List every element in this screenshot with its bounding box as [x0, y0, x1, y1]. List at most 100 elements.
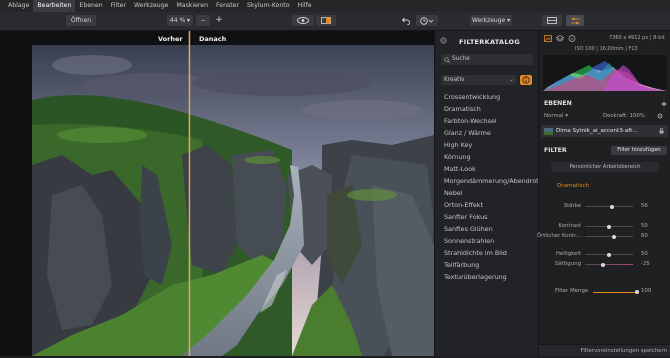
filter-item[interactable]: Sonnenstrahlen	[444, 237, 494, 245]
toolbar: Öffnen 44 % ▾ − + Werkzeuge ▾	[0, 12, 670, 31]
close-icon[interactable]	[440, 37, 447, 46]
slider-knob[interactable]	[609, 204, 614, 209]
filter-item[interactable]: Teilfärbung	[444, 261, 479, 269]
save-preset-button[interactable]: Filtervoreinstellungen speichern	[539, 344, 670, 356]
filter-item[interactable]: Dramatisch	[444, 105, 481, 113]
split-view-icon	[321, 17, 331, 24]
sliders-icon	[570, 17, 580, 24]
chevron-down-icon: ⌄	[508, 76, 514, 83]
search-icon	[444, 56, 450, 63]
filter-item[interactable]: Sanftes Glühen	[444, 225, 493, 233]
compare-toggle-button[interactable]	[316, 15, 336, 26]
slider-track[interactable]	[585, 236, 633, 237]
slider-label: Örtlicher Kontr...	[536, 233, 581, 239]
menu-item-fenster[interactable]: Fenster	[212, 0, 243, 12]
filter-amount-track[interactable]	[593, 292, 637, 293]
slider-track[interactable]	[585, 264, 633, 265]
filter-item[interactable]: Strahldichte im Bild	[444, 249, 507, 257]
eye-icon	[297, 17, 309, 24]
tools-dropdown[interactable]: Werkzeuge ▾	[470, 15, 512, 26]
filter-item[interactable]: Texturüberlagerung	[444, 273, 507, 281]
layers-header[interactable]: EBENEN	[544, 100, 572, 107]
lock-icon[interactable]	[659, 128, 664, 134]
open-button[interactable]: Öffnen	[66, 15, 96, 26]
info-circle-icon[interactable]	[568, 35, 576, 42]
filter-item[interactable]: Crossentwicklung	[444, 93, 500, 101]
adjustments-button[interactable]	[566, 15, 584, 26]
add-filter-button[interactable]: Filter hinzufügen	[611, 146, 667, 155]
menu-item-ablage[interactable]: Ablage	[4, 0, 33, 12]
menu-item-werkzeuge[interactable]: Werkzeuge	[130, 0, 172, 12]
zoom-out-button[interactable]: −	[196, 15, 210, 26]
category-dropdown[interactable]: Kreativ ⌄	[441, 75, 517, 85]
slider-value: 60	[641, 233, 648, 239]
filter-item[interactable]: Farbton-Wechsel	[444, 117, 497, 125]
slider-value: 56	[641, 203, 648, 209]
slider-knob[interactable]	[607, 224, 611, 229]
menu-item-ebenen[interactable]: Ebenen	[75, 0, 106, 12]
filter-item[interactable]: Nebel	[444, 189, 462, 197]
histogram	[543, 55, 667, 91]
right-panel: 7360 x 4912 px | 8-bit ISO 100 | 16,00mm…	[536, 31, 670, 356]
menu-item-maskieren[interactable]: Maskieren	[172, 0, 212, 12]
blend-mode-label: Normal	[544, 113, 564, 119]
menu-item-filter[interactable]: Filter	[107, 0, 130, 12]
gear-icon[interactable]	[657, 113, 663, 119]
filter-header[interactable]: FILTER	[544, 147, 567, 154]
layer-name: Dima Sytnik_ai_accent3-aft...	[556, 127, 638, 134]
slider-knob[interactable]	[611, 234, 616, 239]
category-label: Kreativ	[444, 76, 465, 83]
layer-row[interactable]: Dima Sytnik_ai_accent3-aft...	[541, 125, 668, 137]
menu-item-skylum-konto[interactable]: Skylum-Konto	[243, 0, 294, 12]
blend-mode-dropdown[interactable]: Normal ▾	[544, 113, 568, 119]
catalog-title: FILTERKATALOG	[459, 38, 520, 46]
eye-preview-button[interactable]	[292, 15, 314, 26]
grid-view-button[interactable]	[542, 15, 562, 26]
slider-label: Stärke	[563, 203, 581, 209]
slider-knob[interactable]	[607, 252, 611, 257]
filter-item[interactable]: Glanz / Wärme	[444, 129, 491, 137]
exif-info: ISO 100 | 16,00mm | F13	[575, 46, 638, 52]
info-button[interactable]	[520, 75, 532, 85]
filter-item[interactable]: Körnung	[444, 153, 471, 161]
add-layer-icon[interactable]	[660, 101, 668, 107]
menu-item-hilfe[interactable]: Hilfe	[294, 0, 316, 12]
slider-label: Kontrast	[558, 223, 581, 229]
filter-item[interactable]: Matt-Look	[444, 165, 476, 173]
filter-amount-knob[interactable]	[635, 290, 639, 294]
active-filter-name[interactable]: Dramatisch	[557, 183, 589, 189]
slider-label: Helligkeit	[555, 251, 581, 257]
zoom-dropdown[interactable]: 44 % ▾	[167, 15, 193, 26]
layer-thumbnail	[544, 127, 553, 135]
filter-item[interactable]: Orton-Effekt	[444, 201, 483, 209]
image-canvas[interactable]	[0, 31, 434, 356]
filter-item[interactable]: Sanfter Fokus	[444, 213, 488, 221]
undo-button[interactable]	[397, 15, 413, 26]
filter-amount-label: Filter Menge	[555, 288, 589, 294]
layers-icon[interactable]	[556, 35, 564, 42]
slider-value: 50	[641, 251, 648, 257]
slider-label: Sättigung	[554, 261, 581, 267]
undo-icon	[401, 17, 410, 25]
history-button[interactable]	[416, 15, 438, 26]
search-placeholder: Suche	[452, 56, 470, 62]
opacity-field[interactable]: Deckraft: 100%	[603, 113, 645, 119]
after-label: Danach	[199, 35, 227, 43]
filter-item[interactable]: High Key	[444, 141, 472, 149]
zoom-in-button[interactable]: +	[212, 15, 226, 26]
menu-item-bearbeiten[interactable]: Bearbeiten	[33, 0, 76, 12]
filter-item[interactable]: Morgendämmerung/Abendrot	[444, 177, 539, 185]
image-icon[interactable]	[544, 35, 552, 42]
slider-value: 50	[641, 223, 648, 229]
info-icon	[522, 76, 530, 84]
compare-divider[interactable]	[188, 31, 191, 356]
image-dimensions: 7360 x 4912 px | 8-bit	[609, 35, 665, 41]
panel-layout-icon	[547, 17, 557, 24]
slider-knob[interactable]	[601, 262, 605, 267]
canyon-photo	[0, 31, 434, 356]
slider-value: -25	[641, 261, 650, 267]
workspace-dropdown[interactable]: Persönlicher Arbeitsbereich	[551, 162, 659, 172]
catalog-search-input[interactable]: Suche	[441, 54, 533, 65]
filter-amount-value: 100	[641, 288, 652, 294]
before-label: Vorher	[158, 35, 183, 43]
